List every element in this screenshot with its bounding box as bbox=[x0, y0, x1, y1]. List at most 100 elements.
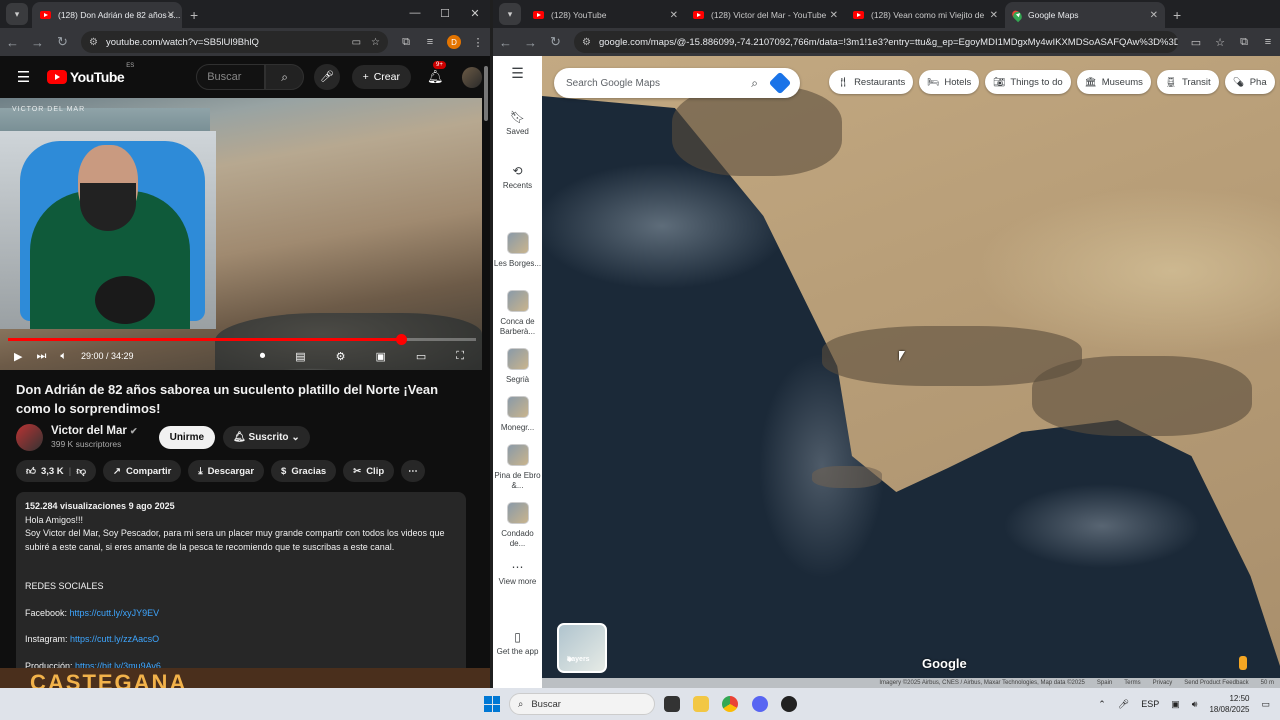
facebook-link[interactable]: https://cutt.ly/xyJY9EV bbox=[70, 608, 160, 618]
recent-place[interactable]: Conca de Barberà... bbox=[493, 290, 542, 337]
extensions-icon[interactable]: ⧉ bbox=[1232, 36, 1256, 49]
instagram-link[interactable]: https://cutt.ly/zzAacsO bbox=[70, 634, 159, 644]
back-button[interactable]: ← bbox=[493, 35, 518, 50]
notifications-icon[interactable]: ▭ bbox=[1261, 699, 1270, 710]
chip-hotels[interactable]: 🛏︎ Hotels bbox=[919, 70, 980, 94]
page-scrollbar[interactable] bbox=[482, 56, 490, 688]
chip-transit[interactable]: 🚆︎ Transit bbox=[1156, 70, 1219, 94]
clip-button[interactable]: ✂ Clip bbox=[343, 460, 395, 482]
windows-start-icon[interactable] bbox=[484, 696, 500, 712]
taskbar-search[interactable]: ⌕ Buscar bbox=[509, 693, 655, 715]
description-box[interactable]: 152.284 visualizaciones 9 ago 2025 Hola … bbox=[16, 492, 466, 688]
recent-place[interactable]: Segrià bbox=[493, 348, 542, 385]
more-actions-icon[interactable]: ⋯ bbox=[401, 460, 425, 482]
recent-place[interactable]: Condado de... bbox=[493, 502, 542, 549]
volume-icon[interactable]: 🔈︎ bbox=[60, 350, 67, 363]
layers-button[interactable]: ◈ Layers bbox=[557, 623, 607, 673]
back-button[interactable]: ← bbox=[0, 35, 25, 50]
address-bar[interactable]: ⚙ google.com/maps/@-15.886099,-74.210709… bbox=[574, 31, 1178, 53]
play-icon[interactable]: ▶ bbox=[14, 350, 22, 363]
app-icon[interactable] bbox=[781, 696, 797, 712]
chip-restaurants[interactable]: 🍴︎ Restaurants bbox=[829, 70, 914, 94]
tab-channel[interactable]: (128) Victor del Mar - YouTube ✕ bbox=[685, 2, 845, 28]
tab-youtube-home[interactable]: (128) YouTube ✕ bbox=[525, 2, 685, 28]
search-input[interactable]: Buscar bbox=[196, 64, 266, 90]
profile-avatar[interactable]: D bbox=[447, 35, 461, 49]
like-button[interactable]: 👍︎ 3,3 K | 👎︎ bbox=[16, 460, 96, 482]
close-tab-icon[interactable]: ✕ bbox=[1150, 10, 1158, 21]
maps-search-box[interactable]: Search Google Maps ⌕ bbox=[554, 68, 800, 98]
cast-icon[interactable]: ▭ bbox=[352, 37, 361, 48]
view-more-button[interactable]: ⋯ View more bbox=[493, 561, 542, 587]
join-button[interactable]: Unirme bbox=[158, 425, 216, 449]
progress-bar[interactable] bbox=[8, 334, 476, 345]
footer-link-feedback[interactable]: Send Product Feedback bbox=[1184, 680, 1248, 686]
address-bar[interactable]: ⚙ youtube.com/watch?v=SB5lUl9BhlQ ▭ ☆ bbox=[81, 31, 388, 53]
next-icon[interactable]: ⏭︎ bbox=[36, 350, 46, 363]
get-app-button[interactable]: ▯ Get the app bbox=[493, 631, 542, 657]
download-button[interactable]: ⤓ Descargar bbox=[188, 460, 265, 482]
clock[interactable]: 12:50 18/08/2025 bbox=[1209, 693, 1249, 715]
thumbs-down-icon[interactable]: 👎︎ bbox=[76, 465, 86, 477]
chip-pharmacies[interactable]: 💊︎ Pha bbox=[1224, 70, 1275, 94]
create-button[interactable]: + Crear bbox=[351, 65, 411, 89]
microphone-icon[interactable]: 🎤︎ bbox=[314, 64, 340, 90]
footer-link-spain[interactable]: Spain bbox=[1097, 680, 1112, 686]
miniplayer-icon[interactable]: ▣ bbox=[375, 350, 385, 363]
footer-link-terms[interactable]: Terms bbox=[1124, 680, 1140, 686]
close-tab-icon[interactable]: ✕ bbox=[670, 10, 678, 21]
satellite-map-canvas[interactable]: Search Google Maps ⌕ 🍴︎ Restaurants 🛏︎ Hot… bbox=[542, 56, 1280, 688]
saved-button[interactable]: 🔖︎ Saved bbox=[493, 111, 542, 137]
scrollbar-thumb[interactable] bbox=[484, 66, 488, 121]
tab-search-button[interactable]: ▾ bbox=[6, 3, 28, 25]
share-button[interactable]: ↗ Compartir bbox=[102, 460, 182, 482]
install-app-icon[interactable]: ▭ bbox=[1184, 36, 1208, 49]
recent-place[interactable]: Les Borges... bbox=[493, 232, 542, 269]
directions-icon[interactable] bbox=[768, 71, 792, 95]
search-input[interactable]: Search Google Maps bbox=[566, 78, 660, 89]
notifications-bell-icon[interactable]: 🔔︎ 9+ bbox=[427, 61, 446, 85]
bookmark-star-icon[interactable]: ☆ bbox=[371, 37, 380, 48]
close-tab-icon[interactable]: ✕ bbox=[830, 10, 838, 21]
street-view-pegman-icon[interactable] bbox=[1239, 656, 1247, 670]
chip-museums[interactable]: 🏛︎ Museums bbox=[1076, 70, 1151, 94]
maximize-button[interactable]: ☐ bbox=[430, 7, 460, 28]
tab-search-button[interactable]: ▾ bbox=[499, 3, 521, 25]
discord-icon[interactable] bbox=[752, 696, 768, 712]
chrome-icon[interactable] bbox=[722, 696, 738, 712]
new-tab-button[interactable]: + bbox=[1173, 7, 1181, 23]
channel-avatar[interactable] bbox=[16, 423, 43, 451]
file-explorer-icon[interactable] bbox=[693, 696, 709, 712]
close-window-button[interactable]: ✕ bbox=[460, 7, 490, 28]
site-info-icon[interactable]: ⚙ bbox=[89, 37, 98, 48]
microphone-icon[interactable]: 🎤︎ bbox=[1118, 699, 1129, 710]
subtitles-icon[interactable]: ▤ bbox=[295, 350, 305, 363]
new-tab-button[interactable]: + bbox=[190, 7, 198, 23]
input-language[interactable]: ESP bbox=[1141, 699, 1159, 709]
extensions-icon[interactable]: ⧉ bbox=[394, 36, 418, 49]
forward-button[interactable]: → bbox=[25, 35, 50, 50]
search-icon[interactable]: ⌕ bbox=[751, 76, 758, 91]
thanks-button[interactable]: $ Gracias bbox=[271, 460, 337, 482]
account-avatar[interactable] bbox=[461, 66, 482, 88]
subscribed-button[interactable]: 🔔︎ Suscrito ⌄ bbox=[223, 425, 310, 449]
autoplay-toggle-icon[interactable]: ⏺︎ bbox=[260, 350, 266, 363]
maps-menu-hamburger-icon[interactable]: ☰ bbox=[493, 66, 542, 80]
scale-bar[interactable]: 50 m bbox=[1261, 680, 1274, 686]
fullscreen-icon[interactable]: ⛶ bbox=[456, 350, 464, 363]
reading-list-icon[interactable]: ≡ bbox=[418, 36, 442, 48]
site-info-icon[interactable]: ⚙ bbox=[582, 37, 591, 48]
menu-icon[interactable]: ⋮ bbox=[466, 36, 490, 49]
video-player[interactable]: VICTOR DEL MAR ▶ ⏭︎ 🔈︎ 29:00 / 34:29 ⏺︎ … bbox=[0, 98, 482, 370]
recents-button[interactable]: ⟲ Recents bbox=[493, 165, 542, 191]
channel-name[interactable]: Victor del Mar bbox=[51, 425, 127, 437]
search-icon[interactable]: ⌕ bbox=[265, 64, 305, 90]
recent-place[interactable]: Monegr... bbox=[493, 396, 542, 433]
tray-chevron-icon[interactable]: ⌃ bbox=[1098, 699, 1106, 710]
menu-hamburger-icon[interactable]: ☰ bbox=[0, 68, 47, 86]
minimize-button[interactable]: — bbox=[400, 7, 430, 28]
tab-youtube-video[interactable]: (128) Don Adrián de 82 años s... ✕ bbox=[32, 2, 182, 28]
task-view-icon[interactable] bbox=[664, 696, 680, 712]
tab-video[interactable]: (128) Vean como mi Viejito de ✕ bbox=[845, 2, 1005, 28]
recent-place[interactable]: Pina de Ebro &... bbox=[493, 444, 542, 491]
